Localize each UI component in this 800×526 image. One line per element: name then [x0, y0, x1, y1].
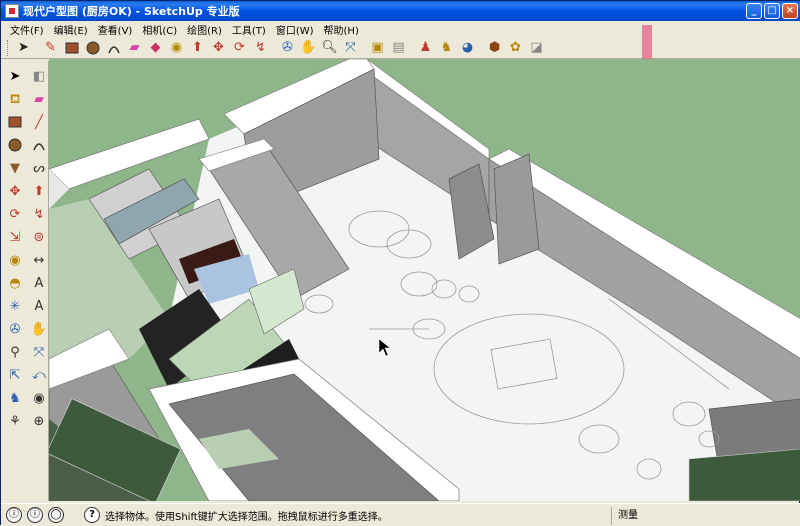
text-icon[interactable]: A	[28, 272, 50, 294]
previous-view-icon[interactable]: ⤺	[28, 364, 50, 386]
pan-icon[interactable]: ✋	[28, 318, 50, 340]
status-bar: ⓘ ⓘ ◯ ? 选择物体。使用Shift键扩大选择范围。拖拽鼠标进行多重选择。 …	[1, 503, 800, 526]
zoom-window-icon[interactable]: ⤧	[28, 341, 50, 363]
3d-text-icon[interactable]: A	[28, 295, 50, 317]
menu-tools[interactable]: 工具(T)	[227, 22, 271, 37]
walk-icon[interactable]: ♟	[416, 38, 435, 57]
main-toolbar: ➤ ✎ ▰ ◆ ◉ ⬆ ✥ ⟳ ↯ ✇ ✋ 🔍︎ ⤧ ▣ ▤ ♟ ♞ ◕ ⬢ ✿…	[1, 37, 800, 59]
select-icon[interactable]: ➤	[4, 65, 26, 87]
menu-window[interactable]: 窗口(W)	[271, 22, 319, 37]
move-icon[interactable]: ✥	[4, 180, 26, 202]
look-around-icon[interactable]: ◉	[28, 387, 50, 409]
scale-icon[interactable]: ⇲	[4, 226, 26, 248]
top-view-icon[interactable]: ▤	[389, 38, 408, 57]
title-bar: 现代户型图 (厨房OK) - SketchUp 专业版 _ □ ×	[1, 1, 800, 21]
zoom-extents-icon[interactable]: ⇱	[4, 364, 26, 386]
zoom-icon[interactable]: 🔍︎	[320, 38, 339, 57]
offset-icon[interactable]: ⊜	[28, 226, 50, 248]
toolbar-grip[interactable]	[7, 39, 10, 56]
dimension-icon[interactable]: ↔	[28, 249, 50, 271]
toolbar-separator	[35, 38, 39, 57]
tape-measure-icon[interactable]: ◉	[4, 249, 26, 271]
minimize-button[interactable]: _	[746, 3, 762, 19]
look-around-icon[interactable]: ◕	[458, 38, 477, 57]
follow-me-icon[interactable]: ↯	[251, 38, 270, 57]
user-icon[interactable]: ◯	[48, 507, 64, 523]
rotate-icon[interactable]: ⟳	[4, 203, 26, 225]
menu-file[interactable]: 文件(F)	[5, 22, 49, 37]
close-button[interactable]: ×	[782, 3, 798, 19]
floating-toolbar-tab[interactable]	[642, 25, 652, 61]
orbit-icon[interactable]: ✇	[278, 38, 297, 57]
sketchup-window: 现代户型图 (厨房OK) - SketchUp 专业版 _ □ × 文件(F) …	[0, 0, 800, 526]
protractor-icon[interactable]: ◓	[4, 272, 26, 294]
styles-icon[interactable]: ◪	[527, 38, 546, 57]
tape-icon[interactable]: ◉	[167, 38, 186, 57]
large-tool-set: ➤ ◧ ⛾ ▰ ╱ ▼ ᔕ ✥ ⬆ ⟳ ↯ ⇲ ⊜ ◉ ↔ ◓ A ✳ A ✇ …	[1, 61, 49, 501]
credits-icon[interactable]: ⓘ	[27, 507, 43, 523]
move-icon[interactable]: ✥	[209, 38, 228, 57]
model-viewport[interactable]	[49, 59, 800, 501]
polygon-icon[interactable]: ▼	[4, 157, 26, 179]
circle-icon[interactable]	[83, 38, 102, 57]
freehand-icon[interactable]: ᔕ	[28, 157, 50, 179]
toolbar-separator	[410, 38, 414, 57]
position-camera-icon[interactable]: ♞	[437, 38, 456, 57]
axes-icon[interactable]: ✳	[4, 295, 26, 317]
help-icon[interactable]: ?	[84, 507, 100, 523]
orbit-icon[interactable]: ✇	[4, 318, 26, 340]
push-pull-icon[interactable]: ⬆	[188, 38, 207, 57]
materials-icon[interactable]: ✿	[506, 38, 525, 57]
paint-icon[interactable]: ◆	[146, 38, 165, 57]
menu-draw[interactable]: 绘图(R)	[182, 22, 227, 37]
menu-edit[interactable]: 编辑(E)	[49, 22, 93, 37]
window-title: 现代户型图 (厨房OK) - SketchUp 专业版	[23, 5, 240, 18]
menu-bar: 文件(F) 编辑(E) 查看(V) 相机(C) 绘图(R) 工具(T) 窗口(W…	[1, 21, 800, 37]
floorplan-model	[49, 59, 800, 501]
rotate-icon[interactable]: ⟳	[230, 38, 249, 57]
line-icon[interactable]: ╱	[28, 111, 50, 133]
position-camera-icon[interactable]: ♞	[4, 387, 26, 409]
rectangle-icon[interactable]	[4, 111, 26, 133]
menu-view[interactable]: 查看(V)	[93, 22, 138, 37]
walk-icon[interactable]: ⚘	[4, 410, 26, 432]
measurements-box[interactable]: 测量	[611, 507, 800, 525]
select-icon[interactable]: ➤	[14, 38, 33, 57]
follow-me-icon[interactable]: ↯	[28, 203, 50, 225]
geo-location-icon[interactable]: ⓘ	[6, 507, 22, 523]
rectangle-icon[interactable]	[62, 38, 81, 57]
menu-camera[interactable]: 相机(C)	[137, 22, 182, 37]
maximize-button[interactable]: □	[764, 3, 780, 19]
toolbar-separator	[362, 38, 366, 57]
make-component-icon[interactable]: ◧	[28, 65, 50, 87]
zoom-icon[interactable]: ⚲	[4, 341, 26, 363]
arc-icon[interactable]	[28, 134, 50, 156]
status-hint: 选择物体。使用Shift键扩大选择范围。拖拽鼠标进行多重选择。	[105, 511, 388, 523]
section-plane-icon[interactable]: ⊕	[28, 410, 50, 432]
eraser-icon[interactable]: ▰	[125, 38, 144, 57]
toolbar-separator	[272, 38, 276, 57]
measurements-label: 测量	[618, 510, 638, 521]
arc-icon[interactable]	[104, 38, 123, 57]
pan-icon[interactable]: ✋	[299, 38, 318, 57]
iso-view-icon[interactable]: ▣	[368, 38, 387, 57]
push-pull-icon[interactable]: ⬆	[28, 180, 50, 202]
eraser-icon[interactable]: ▰	[28, 88, 50, 110]
circle-icon[interactable]	[4, 134, 26, 156]
toolbar-separator	[479, 38, 483, 57]
pencil-icon[interactable]: ✎	[41, 38, 60, 57]
paint-bucket-icon[interactable]: ⛾	[4, 88, 26, 110]
sketchup-app-icon	[5, 4, 19, 18]
zoom-extents-icon[interactable]: ⤧	[341, 38, 360, 57]
menu-help[interactable]: 帮助(H)	[319, 22, 364, 37]
components-icon[interactable]: ⬢	[485, 38, 504, 57]
